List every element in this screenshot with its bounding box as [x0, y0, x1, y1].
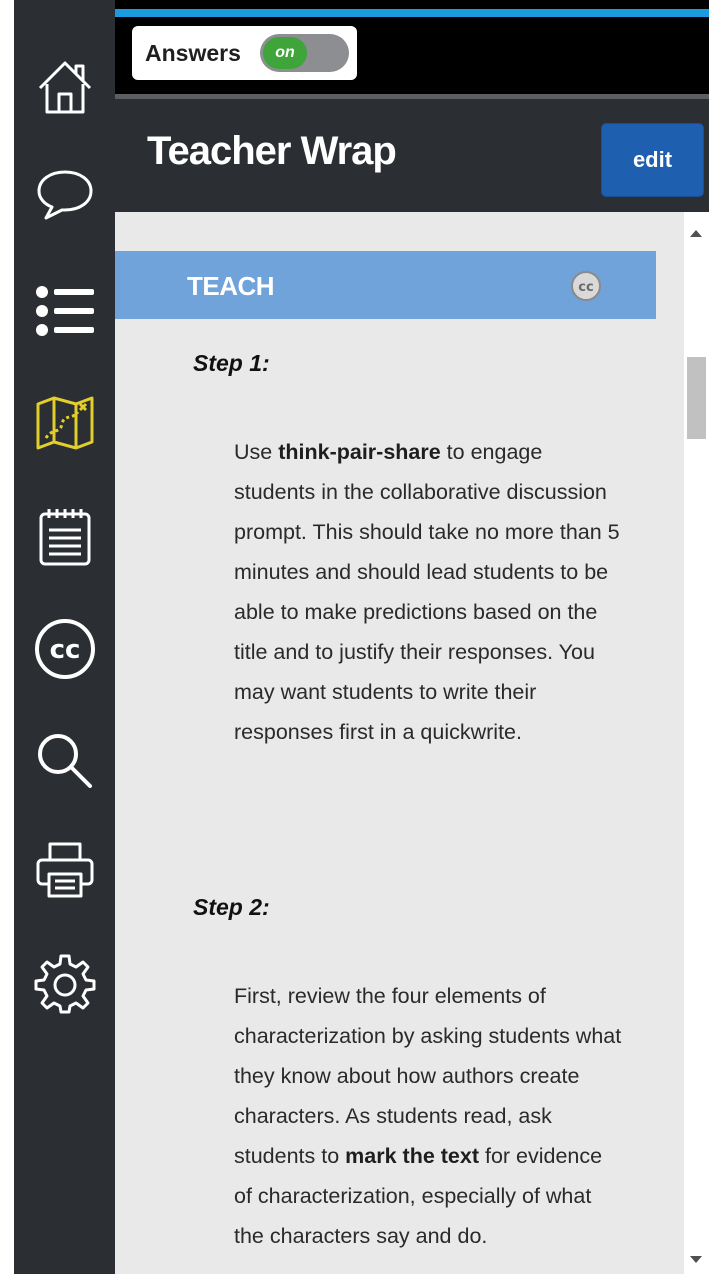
top-bar: Answers on [115, 0, 709, 94]
sidebar-item-discussion[interactable] [14, 154, 115, 232]
step-body: Use think-pair-share to engage students … [234, 432, 624, 752]
gear-icon [34, 954, 95, 1014]
sidebar-item-settings[interactable] [14, 944, 115, 1022]
sidebar: cc [14, 0, 115, 1274]
scroll-thumb[interactable] [687, 357, 706, 439]
section-title: TEACH [187, 271, 275, 301]
sidebar-item-map[interactable] [14, 384, 115, 462]
scroll-down-arrow-icon[interactable] [690, 1256, 702, 1263]
vertical-scrollbar[interactable] [684, 212, 709, 1274]
step-text: First, review the four elements of chara… [234, 984, 622, 1168]
scroll-up-arrow-icon[interactable] [690, 230, 702, 237]
top-accent-bar [115, 9, 709, 17]
chat-bubble-icon [37, 170, 92, 220]
svg-text:cc: cc [578, 280, 593, 295]
step-title: Step 1: [193, 350, 270, 376]
sidebar-item-captions[interactable]: cc [14, 610, 115, 688]
notepad-icon [39, 509, 90, 566]
main-panel: Answers on Teacher Wrap edit TEACH cc St… [115, 0, 709, 1274]
answers-label: Answers [145, 39, 241, 66]
step-text: Use [234, 440, 279, 464]
answers-control: Answers on [132, 26, 357, 80]
edit-button[interactable]: edit [601, 123, 704, 197]
step-text: to engage students in the collaborative … [234, 440, 620, 744]
sidebar-item-list[interactable] [14, 272, 115, 350]
closed-caption-icon: cc [34, 619, 95, 679]
sidebar-item-notes[interactable] [14, 498, 115, 576]
print-icon [36, 842, 93, 898]
list-icon [35, 286, 94, 336]
search-icon [37, 734, 92, 788]
closed-caption-icon[interactable]: cc [570, 270, 602, 302]
sidebar-item-search[interactable] [14, 722, 115, 800]
section-header: TEACH cc [115, 251, 656, 319]
content-area: TEACH cc Step 1: Use think-pair-share to… [115, 212, 684, 1274]
answers-toggle-state: on [263, 37, 307, 69]
svg-text:cc: cc [49, 635, 80, 665]
step-title: Step 2: [193, 894, 270, 920]
map-icon [36, 396, 93, 450]
step-key-term: mark the text [345, 1144, 479, 1168]
sidebar-item-print[interactable] [14, 830, 115, 908]
answers-toggle[interactable]: on [260, 34, 349, 72]
panel-header: Teacher Wrap edit [115, 94, 709, 212]
page-title: Teacher Wrap [147, 129, 397, 173]
step-key-term: think-pair-share [278, 440, 441, 464]
step-body: First, review the four elements of chara… [234, 976, 624, 1256]
sidebar-item-home[interactable] [14, 48, 115, 126]
home-icon [38, 61, 91, 114]
